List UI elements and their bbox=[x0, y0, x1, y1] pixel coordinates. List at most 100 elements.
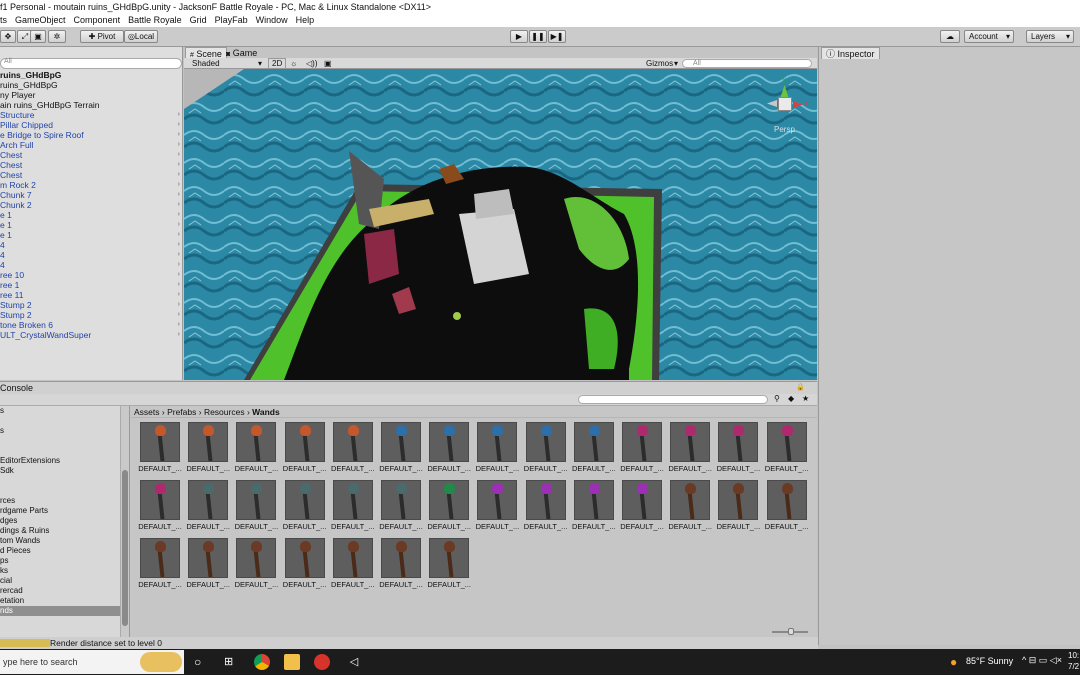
chevron-right-icon[interactable]: › bbox=[178, 190, 180, 200]
wand-asset[interactable]: DEFAULT_... bbox=[282, 422, 328, 473]
hierarchy-item[interactable]: ree 10 › bbox=[0, 270, 182, 280]
folder-item[interactable]: rercad bbox=[0, 586, 129, 596]
folder-item[interactable] bbox=[0, 476, 129, 486]
rect-tool-button[interactable]: ▣ bbox=[30, 30, 46, 43]
hierarchy-item[interactable]: Pillar Chipped › bbox=[0, 120, 182, 130]
folder-item[interactable] bbox=[0, 486, 129, 496]
pivot-toggle[interactable]: ✚ Pivot bbox=[80, 30, 124, 43]
file-explorer-icon[interactable] bbox=[284, 654, 300, 670]
wand-asset[interactable]: DEFAULT_... bbox=[233, 422, 279, 473]
clock-date[interactable]: 7/2 bbox=[1068, 662, 1079, 671]
breadcrumb-item[interactable]: Wands bbox=[252, 407, 280, 417]
chevron-right-icon[interactable]: › bbox=[178, 320, 180, 330]
favorite-icon[interactable]: ★ bbox=[802, 394, 809, 403]
chevron-right-icon[interactable]: › bbox=[178, 150, 180, 160]
wand-asset[interactable]: DEFAULT_... bbox=[523, 422, 569, 473]
chevron-right-icon[interactable]: › bbox=[178, 300, 180, 310]
hierarchy-item[interactable]: Chunk 7 › bbox=[0, 190, 182, 200]
wand-asset[interactable]: DEFAULT_... bbox=[282, 538, 328, 589]
hierarchy-item[interactable]: m Rock 2 › bbox=[0, 180, 182, 190]
wand-asset[interactable]: DEFAULT_... bbox=[282, 480, 328, 531]
wand-asset[interactable]: DEFAULT_... bbox=[571, 480, 617, 531]
wand-asset[interactable]: DEFAULT_... bbox=[137, 538, 183, 589]
wand-asset[interactable]: DEFAULT_... bbox=[426, 538, 472, 589]
wand-asset[interactable]: DEFAULT_... bbox=[378, 538, 424, 589]
wand-asset[interactable]: DEFAULT_... bbox=[715, 422, 761, 473]
account-dropdown[interactable]: Account ▾ bbox=[964, 30, 1014, 43]
wand-asset[interactable]: DEFAULT_... bbox=[185, 480, 231, 531]
folder-item[interactable]: rdgame Parts bbox=[0, 506, 129, 516]
folder-item[interactable]: rces bbox=[0, 496, 129, 506]
folder-item[interactable]: d Pieces bbox=[0, 546, 129, 556]
hierarchy-item[interactable]: e Bridge to Spire Roof › bbox=[0, 130, 182, 140]
folder-item[interactable]: dings & Ruins bbox=[0, 526, 129, 536]
hierarchy-item[interactable]: ULT_CrystalWandSuper › bbox=[0, 330, 182, 340]
pause-button[interactable]: ❚❚ bbox=[529, 30, 547, 43]
wand-asset[interactable]: DEFAULT_... bbox=[474, 480, 520, 531]
local-toggle[interactable]: ◎Local bbox=[124, 30, 158, 43]
hierarchy-item[interactable]: tone Broken 6 › bbox=[0, 320, 182, 330]
wand-asset[interactable]: DEFAULT_... bbox=[571, 422, 617, 473]
hierarchy-item[interactable]: Chest › bbox=[0, 150, 182, 160]
chevron-right-icon[interactable]: › bbox=[178, 280, 180, 290]
wand-asset[interactable]: DEFAULT_... bbox=[185, 422, 231, 473]
breadcrumb-item[interactable]: Assets bbox=[134, 407, 160, 417]
wand-asset[interactable]: DEFAULT_... bbox=[330, 538, 376, 589]
wand-asset[interactable]: DEFAULT_... bbox=[137, 422, 183, 473]
hierarchy-item[interactable]: ree 11 › bbox=[0, 290, 182, 300]
folder-item[interactable]: cial bbox=[0, 576, 129, 586]
menu-item-7[interactable]: Help bbox=[296, 14, 315, 27]
layers-dropdown[interactable]: Layers ▾ bbox=[1026, 30, 1074, 43]
chevron-right-icon[interactable]: › bbox=[178, 160, 180, 170]
browser-icon[interactable] bbox=[314, 654, 330, 670]
weather-text[interactable]: 85°F Sunny bbox=[966, 656, 1013, 666]
step-button[interactable]: ▶❚ bbox=[548, 30, 566, 43]
wand-asset[interactable]: DEFAULT_... bbox=[330, 480, 376, 531]
folder-scrollbar[interactable] bbox=[120, 406, 129, 638]
chevron-right-icon[interactable]: › bbox=[178, 140, 180, 150]
wand-asset[interactable]: DEFAULT_... bbox=[667, 422, 713, 473]
chevron-right-icon[interactable]: › bbox=[178, 180, 180, 190]
wand-asset[interactable]: DEFAULT_... bbox=[474, 422, 520, 473]
cloud-button[interactable]: ☁ bbox=[940, 30, 960, 43]
chevron-right-icon[interactable]: › bbox=[178, 290, 180, 300]
chevron-right-icon[interactable]: › bbox=[178, 210, 180, 220]
hierarchy-item[interactable]: ruins_GHdBpG bbox=[0, 80, 182, 90]
gizmos-dropdown[interactable]: Gizmos bbox=[646, 58, 673, 69]
menu-item-5[interactable]: PlayFab bbox=[215, 14, 248, 27]
folder-item[interactable] bbox=[0, 416, 129, 426]
wand-asset[interactable]: DEFAULT_... bbox=[330, 422, 376, 473]
play-button[interactable]: ▶ bbox=[510, 30, 528, 43]
chevron-right-icon[interactable]: › bbox=[178, 110, 180, 120]
transform-tool-button[interactable]: ✲ bbox=[48, 30, 66, 43]
chevron-right-icon[interactable]: › bbox=[178, 250, 180, 260]
menu-item-6[interactable]: Window bbox=[256, 14, 288, 27]
hierarchy-item[interactable]: Chunk 2 › bbox=[0, 200, 182, 210]
hierarchy-item[interactable]: Structure › bbox=[0, 110, 182, 120]
wand-asset[interactable]: DEFAULT_... bbox=[715, 480, 761, 531]
folder-item[interactable]: ks bbox=[0, 566, 129, 576]
chevron-right-icon[interactable]: › bbox=[178, 330, 180, 340]
hierarchy-item[interactable]: Stump 2 › bbox=[0, 300, 182, 310]
zoom-slider[interactable] bbox=[772, 628, 808, 635]
wand-asset[interactable]: DEFAULT_... bbox=[185, 538, 231, 589]
filter-label-icon[interactable]: ◆ bbox=[788, 394, 794, 403]
chevron-right-icon[interactable]: › bbox=[178, 230, 180, 240]
folder-item[interactable] bbox=[0, 436, 129, 446]
folder-item[interactable]: s bbox=[0, 426, 129, 436]
wand-asset[interactable]: DEFAULT_... bbox=[764, 422, 810, 473]
folder-item[interactable] bbox=[0, 446, 129, 456]
folder-item[interactable]: tom Wands bbox=[0, 536, 129, 546]
hierarchy-item[interactable]: Arch Full › bbox=[0, 140, 182, 150]
tray-icons[interactable]: ^ ⊟ ▭ ◁× bbox=[1022, 655, 1062, 666]
taskbar-search-input[interactable]: ype here to search bbox=[0, 650, 184, 674]
effects-icon[interactable]: ▣ bbox=[324, 58, 332, 69]
folder-item[interactable]: ps bbox=[0, 556, 129, 566]
chevron-right-icon[interactable]: › bbox=[178, 220, 180, 230]
wand-asset[interactable]: DEFAULT_... bbox=[378, 480, 424, 531]
wand-asset[interactable]: DEFAULT_... bbox=[233, 538, 279, 589]
tab-console[interactable]: Console bbox=[0, 382, 33, 394]
chevron-right-icon[interactable]: › bbox=[178, 310, 180, 320]
breadcrumb-item[interactable]: Prefabs bbox=[167, 407, 196, 417]
wand-asset[interactable]: DEFAULT_... bbox=[233, 480, 279, 531]
